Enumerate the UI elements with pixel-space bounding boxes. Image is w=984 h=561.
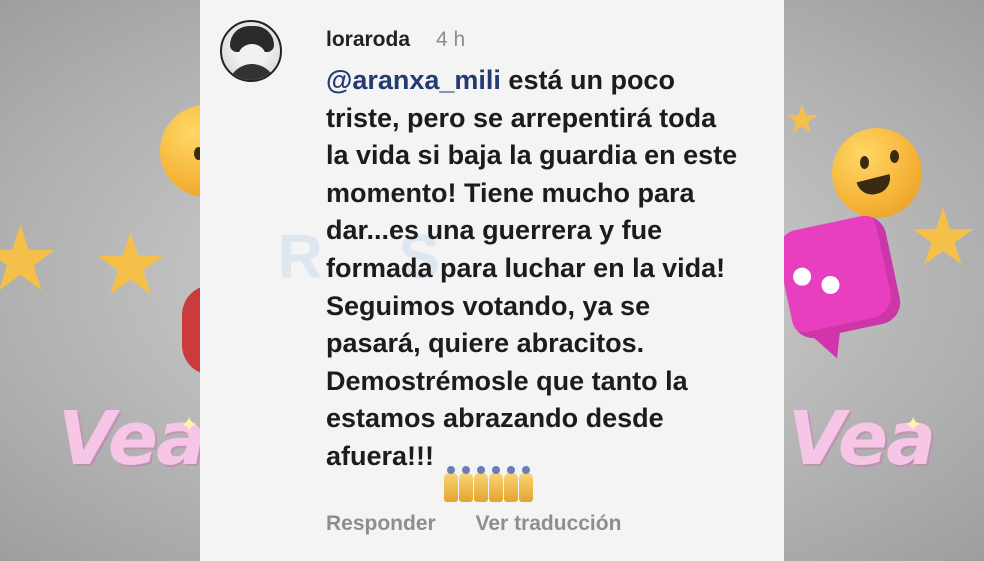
reply-button[interactable]: Responder	[326, 512, 436, 535]
comment-actions: Responder Ver traducción	[326, 512, 621, 536]
red-bubble-icon	[182, 285, 200, 375]
user-mention-link[interactable]: @aranxa_mili	[326, 65, 501, 95]
comment-timestamp: 4 h	[436, 28, 466, 51]
right-background-decor: ★ ★ Vea ✦	[784, 0, 984, 561]
sparkle-icon: ✦	[180, 412, 199, 437]
sparkle-icon: ✦	[904, 412, 923, 437]
folded-hands-emoji-group	[444, 466, 534, 508]
pink-chat-bubble-icon	[784, 211, 905, 343]
avatar[interactable]	[220, 20, 282, 82]
left-background-decor: ★ ★ Vea ✦	[0, 0, 200, 561]
pink-chat-bubble-tail	[809, 327, 847, 363]
star-icon: ★	[0, 210, 61, 310]
vea-logo: Vea	[58, 396, 200, 482]
star-icon: ★	[92, 217, 170, 313]
folded-hands-icon	[444, 466, 458, 502]
comment-text: @aranxa_mili está un poco triste, pero s…	[326, 62, 776, 476]
comment-panel: R S loraroda 4 h @aranxa_mili está un po…	[200, 0, 784, 561]
folded-hands-icon	[459, 466, 473, 502]
comment-username[interactable]: loraroda	[326, 28, 410, 52]
folded-hands-icon	[489, 466, 503, 502]
folded-hands-icon	[474, 466, 488, 502]
star-icon: ★	[908, 193, 978, 281]
see-translation-button[interactable]: Ver traducción	[476, 512, 622, 535]
star-icon: ★	[784, 98, 820, 142]
vea-logo: Vea	[788, 396, 936, 482]
comment-body: está un poco triste, pero se arrepentirá…	[326, 65, 738, 471]
folded-hands-icon	[519, 466, 533, 502]
smiley-emoji-icon	[160, 105, 200, 197]
folded-hands-icon	[504, 466, 518, 502]
